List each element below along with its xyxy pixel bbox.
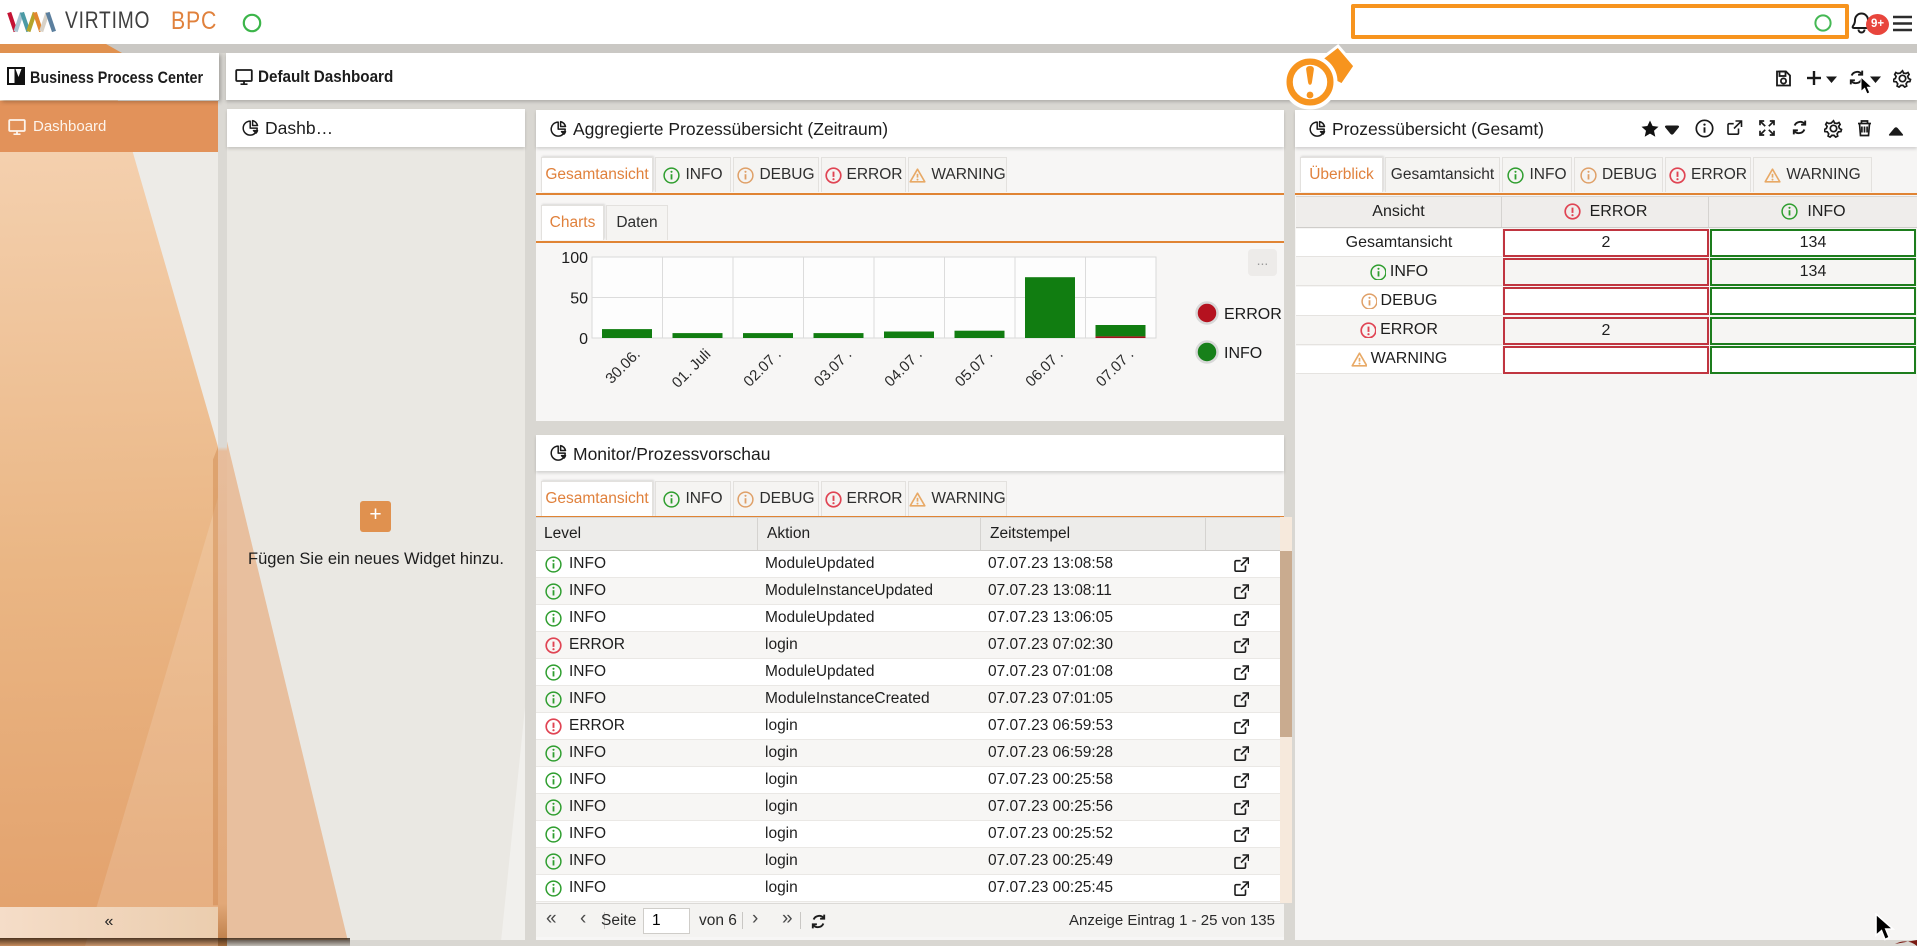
svg-text:ERROR: ERROR: [1224, 306, 1282, 323]
svg-text:05.07 .: 05.07 .: [952, 346, 996, 390]
svg-text:03.07 .: 03.07 .: [811, 346, 855, 390]
svg-text:02.07 .: 02.07 .: [740, 346, 784, 390]
svg-text:INFO: INFO: [1224, 345, 1262, 362]
svg-text:50: 50: [570, 291, 588, 308]
svg-text:06.07 .: 06.07 .: [1022, 346, 1066, 390]
svg-text:30.06.: 30.06.: [602, 346, 644, 388]
svg-text:0: 0: [579, 331, 588, 348]
svg-text:07.07 .: 07.07 .: [1093, 346, 1137, 390]
svg-text:01. Juli: 01. Juli: [669, 346, 715, 392]
svg-text:100: 100: [561, 250, 588, 267]
svg-text:04.07 .: 04.07 .: [881, 346, 925, 390]
